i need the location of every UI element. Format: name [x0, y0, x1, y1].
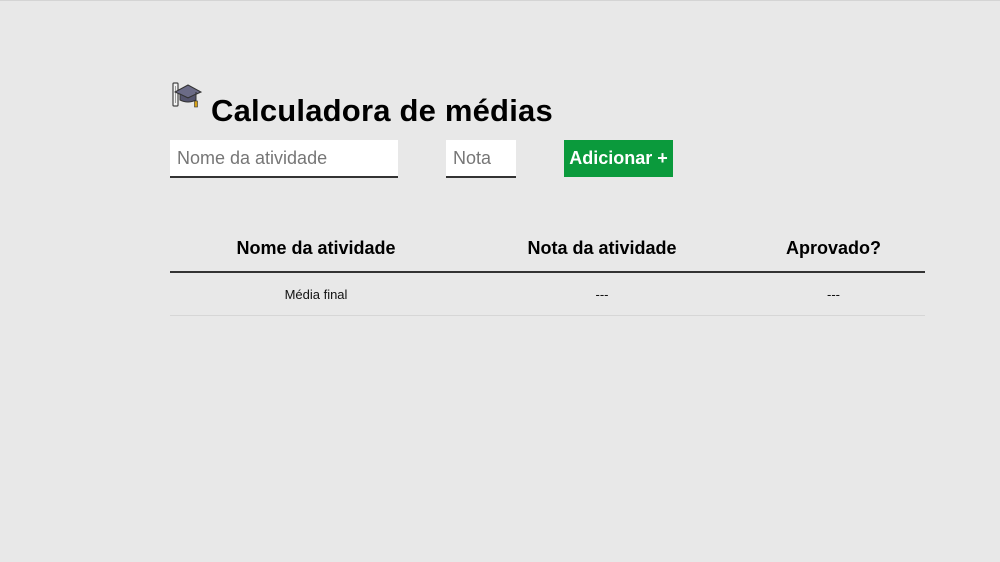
activities-table: Nome da atividade Nota da atividade Apro… — [170, 228, 925, 316]
top-border — [0, 0, 1000, 1]
add-button[interactable]: Adicionar + — [564, 140, 673, 177]
column-header-approved: Aprovado? — [742, 228, 925, 273]
graduation-cap-icon — [172, 82, 202, 108]
page-title: Calculadora de médias — [211, 93, 553, 128]
activity-name-input[interactable] — [170, 140, 398, 178]
final-average-status-cell: --- — [742, 272, 925, 316]
add-activity-form: Adicionar + — [170, 140, 925, 180]
table-header-row: Nome da atividade Nota da atividade Apro… — [170, 228, 925, 273]
header: Calculadora de médias — [170, 78, 925, 126]
column-header-activity-name: Nome da atividade — [170, 228, 462, 273]
main-container: Calculadora de médias Adicionar + Nome d… — [170, 78, 925, 316]
final-average-value-cell: --- — [462, 272, 742, 316]
table-row-final-average: Média final --- --- — [170, 272, 925, 316]
final-average-label-cell: Média final — [170, 272, 462, 316]
column-header-activity-grade: Nota da atividade — [462, 228, 742, 273]
grade-input[interactable] — [446, 140, 516, 178]
